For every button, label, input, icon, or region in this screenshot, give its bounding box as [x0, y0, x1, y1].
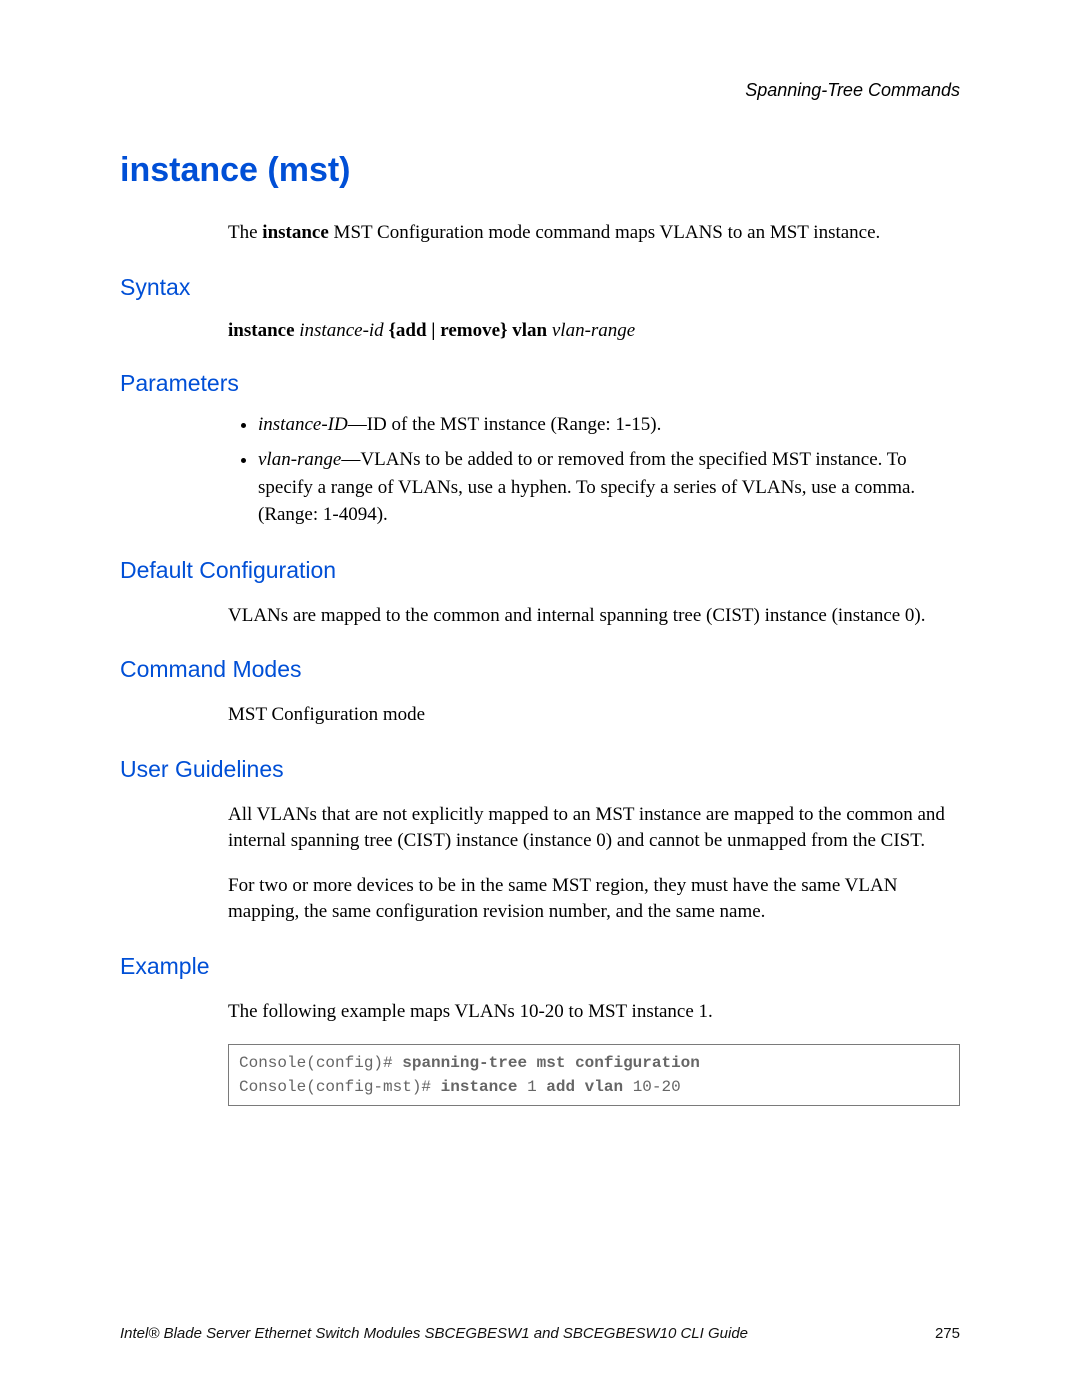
- code-cmd: add vlan: [546, 1078, 632, 1096]
- example-text: The following example maps VLANs 10-20 t…: [228, 999, 960, 1025]
- syntax-kw1: instance: [228, 320, 295, 341]
- param-desc: —ID of the MST instance (Range: 1-15).: [348, 414, 662, 435]
- param-desc: —VLANs to be added to or removed from th…: [258, 449, 915, 525]
- code-arg: 1: [527, 1078, 546, 1096]
- section-user-guidelines: User Guidelines: [120, 756, 960, 783]
- parameter-list: instance-ID—ID of the MST instance (Rang…: [228, 411, 960, 529]
- user-guidelines-p2: For two or more devices to be in the sam…: [228, 873, 960, 924]
- section-parameters: Parameters: [120, 370, 960, 397]
- intro-bold: instance: [262, 222, 329, 243]
- section-default-config: Default Configuration: [120, 557, 960, 584]
- code-prompt: Console(config-mst)#: [239, 1078, 441, 1096]
- footer-text: Intel® Blade Server Ethernet Switch Modu…: [120, 1325, 748, 1342]
- code-cmd: spanning-tree mst configuration: [402, 1054, 700, 1072]
- footer: Intel® Blade Server Ethernet Switch Modu…: [120, 1325, 960, 1342]
- syntax-arg1: instance-id: [295, 320, 389, 341]
- list-item: vlan-range—VLANs to be added to or remov…: [258, 446, 960, 529]
- param-term: vlan-range: [258, 449, 341, 470]
- intro-prefix: The: [228, 222, 262, 243]
- command-modes-text: MST Configuration mode: [228, 702, 960, 728]
- syntax-kw2: {add | remove} vlan: [388, 320, 547, 341]
- section-syntax: Syntax: [120, 274, 960, 301]
- syntax-arg2: vlan-range: [547, 320, 635, 341]
- header-section: Spanning-Tree Commands: [120, 80, 960, 101]
- code-arg: 10-20: [633, 1078, 681, 1096]
- syntax-line: instance instance-id {add | remove} vlan…: [228, 320, 960, 342]
- intro-paragraph: The instance MST Configuration mode comm…: [228, 220, 960, 246]
- list-item: instance-ID—ID of the MST instance (Rang…: [258, 411, 960, 439]
- code-example: Console(config)# spanning-tree mst confi…: [228, 1044, 960, 1106]
- default-config-text: VLANs are mapped to the common and inter…: [228, 603, 960, 629]
- page-number: 275: [935, 1325, 960, 1342]
- code-prompt: Console(config)#: [239, 1054, 402, 1072]
- section-example: Example: [120, 953, 960, 980]
- param-term: instance-ID: [258, 414, 348, 435]
- code-cmd: instance: [441, 1078, 527, 1096]
- page-title: instance (mst): [120, 151, 960, 190]
- user-guidelines-p1: All VLANs that are not explicitly mapped…: [228, 802, 960, 853]
- section-command-modes: Command Modes: [120, 656, 960, 683]
- intro-rest: MST Configuration mode command maps VLAN…: [329, 222, 881, 243]
